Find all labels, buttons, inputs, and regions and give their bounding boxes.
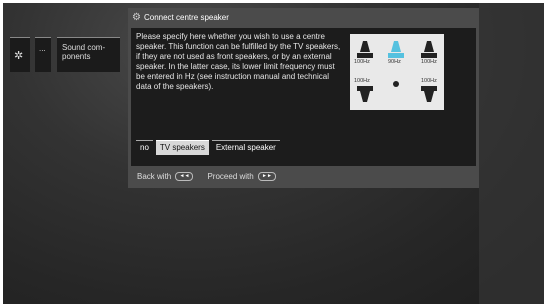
option-tv-speakers[interactable]: TV speakers [155,140,209,155]
centre-speaker-options: no TV speakers External speaker [136,140,280,155]
dialog-description: Please specify here whether you wish to … [136,32,341,91]
option-external-speaker[interactable]: External speaker [211,140,280,155]
screen-frame-left [0,0,3,307]
connect-centre-speaker-dialog: ⚙ Connect centre speaker Please specify … [128,8,479,188]
listener-position-icon [393,81,399,87]
rewind-key-icon: ◄◄ [175,172,194,182]
menu-item-label: ... [39,44,46,53]
menu-item-more[interactable]: ... [35,37,51,72]
menu-item-settings[interactable]: ✲ [10,37,30,72]
side-panel [479,3,544,304]
screen-frame-top [0,0,547,3]
front-left-frequency: 100Hz [354,59,370,65]
proceed-label: Proceed with [207,172,254,181]
dialog-title: Connect centre speaker [143,13,229,22]
menu-item-sound-components[interactable]: Sound com- ponents [57,37,120,72]
proceed-hint[interactable]: Proceed with ►► [207,172,276,182]
rear-right-speaker-icon [421,86,437,104]
option-no[interactable]: no [136,140,153,155]
rear-left-speaker-icon [357,86,373,104]
dialog-footer: Back with ◄◄ Proceed with ►► [137,172,276,182]
forward-key-icon: ►► [257,172,276,182]
speaker-layout-diagram: 100Hz 90Hz 100Hz 100Hz 100Hz [350,34,444,110]
rear-right-frequency: 100Hz [421,78,437,84]
front-right-speaker-icon [421,40,437,58]
front-right-frequency: 100Hz [421,59,437,65]
dialog-content: Please specify here whether you wish to … [131,28,476,166]
front-left-speaker-icon [357,40,373,58]
dialog-title-row: ⚙ Connect centre speaker [132,12,229,23]
centre-speaker-icon [388,40,404,58]
centre-frequency: 90Hz [388,59,401,65]
back-label: Back with [137,172,172,181]
menu-item-label: Sound com- ponents [62,43,106,61]
rear-left-frequency: 100Hz [354,78,370,84]
gear-icon: ✲ [14,50,24,62]
speaker-settings-icon: ⚙ [132,12,141,23]
back-hint[interactable]: Back with ◄◄ [137,172,194,182]
